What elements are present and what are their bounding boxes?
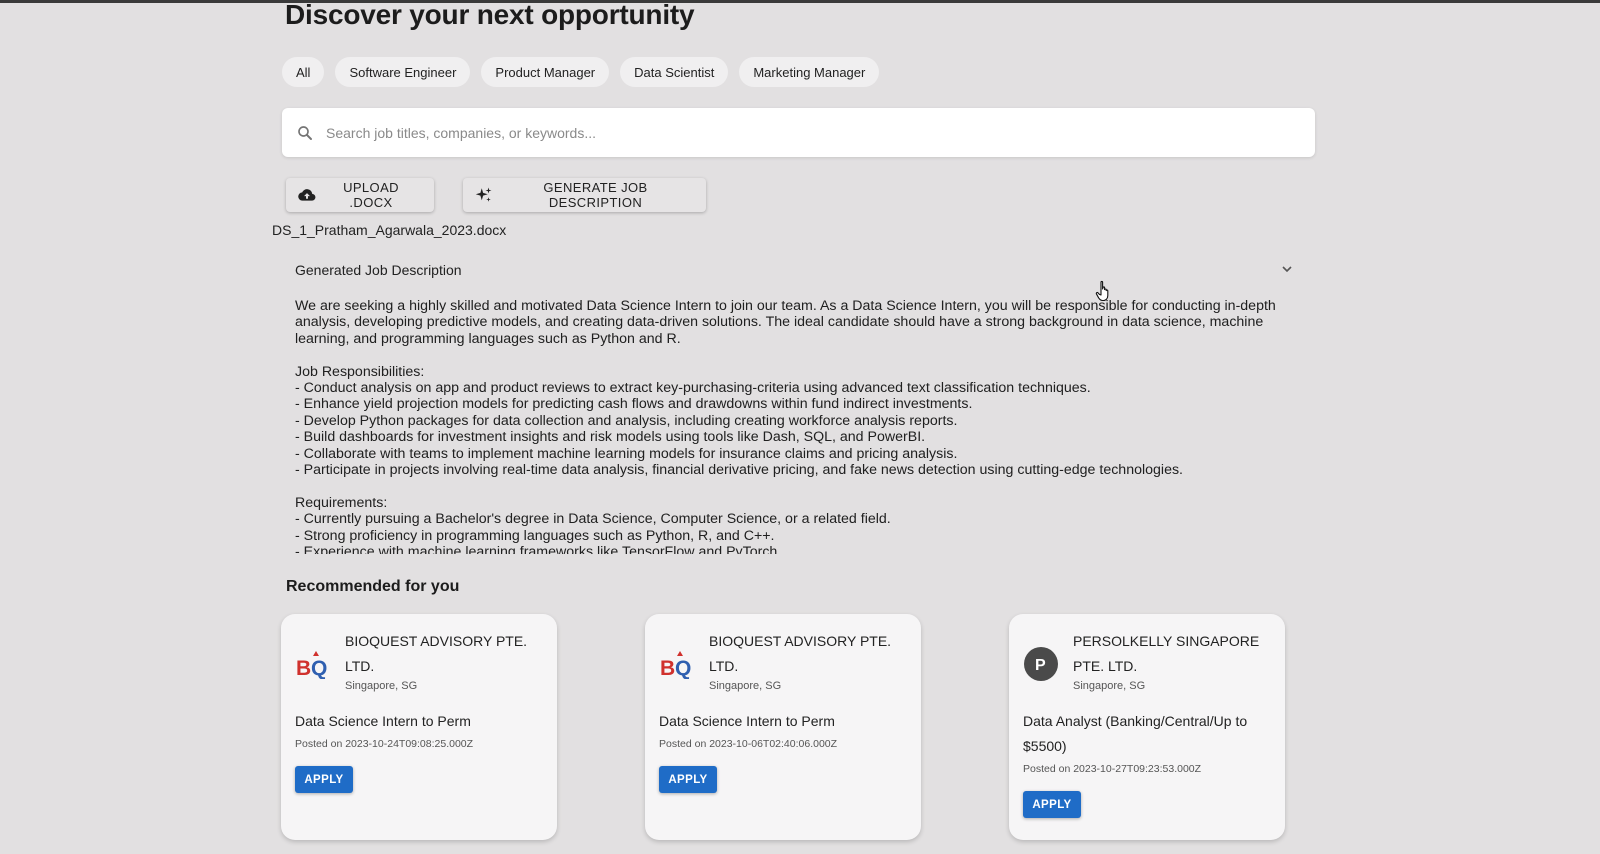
posted-date: Posted on 2023-10-06T02:40:06.000Z bbox=[659, 738, 838, 750]
svg-text:Q: Q bbox=[675, 657, 691, 679]
filter-chip-data-scientist[interactable]: Data Scientist bbox=[620, 57, 729, 87]
upload-docx-button[interactable]: UPLOAD .DOCX bbox=[286, 178, 434, 212]
job-card: B Q BIOQUEST ADVISORY PTE. LTD. Singapor… bbox=[281, 614, 557, 840]
apply-button[interactable]: APPLY bbox=[295, 766, 353, 793]
posted-date: Posted on 2023-10-27T09:23:53.000Z bbox=[1023, 763, 1202, 775]
hand-cursor-icon bbox=[1095, 280, 1113, 302]
company-name: PERSOLKELLY SINGAPORE PTE. LTD. bbox=[1073, 633, 1260, 674]
generate-job-description-button[interactable]: GENERATE JOB DESCRIPTION bbox=[463, 178, 706, 212]
job-title: Data Science Intern to Perm bbox=[295, 713, 471, 729]
search-icon bbox=[296, 124, 314, 142]
company-name: BIOQUEST ADVISORY PTE. LTD. bbox=[345, 633, 528, 674]
company-logo: P bbox=[1023, 646, 1059, 682]
svg-text:Q: Q bbox=[311, 657, 327, 679]
generate-button-label: GENERATE JOB DESCRIPTION bbox=[543, 180, 648, 210]
window-top-strip bbox=[0, 0, 1600, 3]
job-title: Data Analyst (Banking/Central/Up to $550… bbox=[1023, 713, 1248, 754]
filter-chip-software-engineer[interactable]: Software Engineer bbox=[335, 57, 471, 87]
job-location: Singapore, SG bbox=[345, 680, 418, 692]
job-location: Singapore, SG bbox=[709, 680, 782, 692]
filter-chip-marketing-manager[interactable]: Marketing Manager bbox=[739, 57, 880, 87]
filter-chip-all[interactable]: All bbox=[282, 57, 325, 87]
search-input[interactable] bbox=[324, 107, 1315, 158]
company-logo: B Q bbox=[295, 646, 331, 682]
job-description-title: Generated Job Description bbox=[295, 262, 462, 278]
company-name: BIOQUEST ADVISORY PTE. LTD. bbox=[709, 633, 892, 674]
job-card: P PERSOLKELLY SINGAPORE PTE. LTD. Singap… bbox=[1009, 614, 1285, 840]
uploaded-file-name: DS_1_Pratham_Agarwala_2023.docx bbox=[272, 222, 507, 238]
job-title: Data Science Intern to Perm bbox=[659, 713, 835, 729]
chevron-down-icon[interactable] bbox=[1280, 262, 1294, 276]
filter-chips: All Software Engineer Product Manager Da… bbox=[282, 57, 880, 87]
page-title: Discover your next opportunity bbox=[285, 0, 695, 30]
job-description-accordion-header[interactable]: Generated Job Description bbox=[282, 258, 1302, 282]
svg-text:B: B bbox=[296, 657, 311, 679]
posted-date: Posted on 2023-10-24T09:08:25.000Z bbox=[295, 738, 474, 750]
upload-button-label: UPLOAD .DOCX bbox=[343, 180, 399, 210]
svg-text:P: P bbox=[1035, 657, 1046, 674]
sparkle-icon bbox=[475, 186, 493, 204]
search-box bbox=[282, 107, 1315, 158]
job-location: Singapore, SG bbox=[1073, 680, 1146, 692]
apply-button[interactable]: APPLY bbox=[659, 766, 717, 793]
svg-text:B: B bbox=[660, 657, 675, 679]
company-logo: B Q bbox=[659, 646, 695, 682]
cloud-upload-icon bbox=[298, 186, 316, 204]
job-description-text: We are seeking a highly skilled and moti… bbox=[295, 298, 1276, 554]
apply-button[interactable]: APPLY bbox=[1023, 791, 1081, 818]
filter-chip-product-manager[interactable]: Product Manager bbox=[481, 57, 610, 87]
job-card: B Q BIOQUEST ADVISORY PTE. LTD. Singapor… bbox=[645, 614, 921, 840]
recommended-section-title: Recommended for you bbox=[286, 578, 460, 595]
